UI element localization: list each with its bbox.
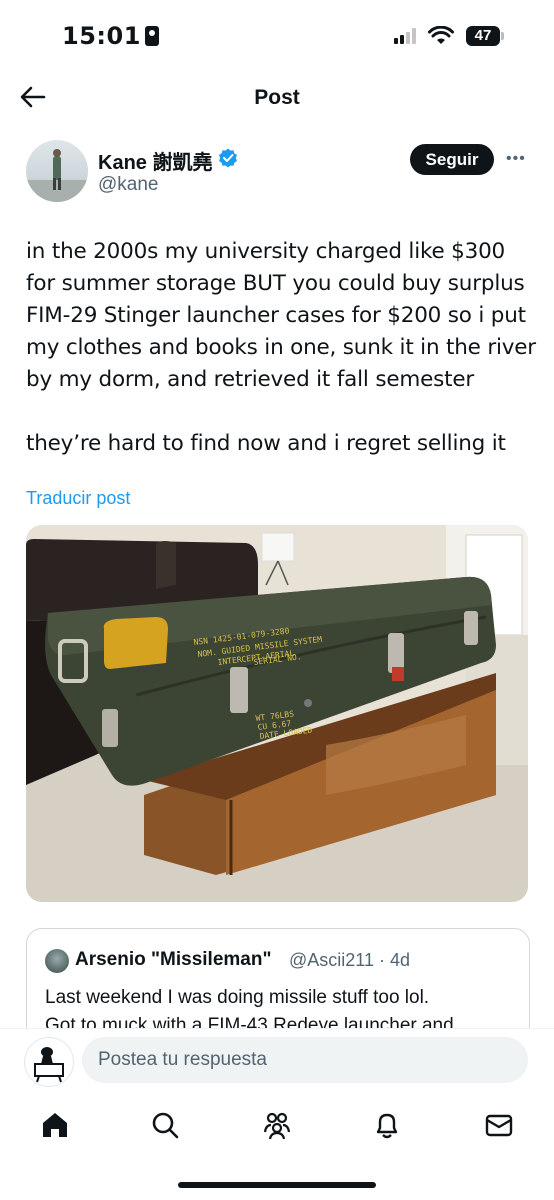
reply-bar: Postea tu respuesta [0, 1028, 554, 1093]
id-card-icon [144, 26, 159, 46]
quote-handle-time: @Ascii211 · 4d [289, 950, 410, 970]
signal-icon [394, 28, 418, 44]
verified-badge-icon [219, 148, 237, 168]
messages-icon[interactable] [484, 1110, 514, 1140]
notifications-icon[interactable] [372, 1110, 402, 1140]
communities-icon[interactable] [262, 1110, 292, 1140]
post-text: in the 2000s my university charged like … [26, 239, 536, 456]
home-icon[interactable] [40, 1110, 70, 1140]
wifi-icon [428, 26, 454, 44]
more-options-icon[interactable]: ••• [506, 150, 526, 168]
status-time: 15:01 [62, 22, 159, 50]
battery-indicator: 47 [466, 26, 504, 46]
post-image[interactable]: NSN 1425-01-079-3280 NOM. GUIDED MISSILE… [26, 525, 528, 902]
home-indicator [178, 1182, 376, 1188]
page-title: Post [254, 86, 300, 109]
author-name[interactable]: Kane 謝凱堯 [98, 146, 212, 175]
quote-avatar[interactable] [45, 949, 69, 973]
reply-input[interactable]: Postea tu respuesta [82, 1037, 528, 1083]
follow-button[interactable]: Seguir [410, 144, 494, 175]
translate-post-link[interactable]: Traducir post [26, 488, 130, 509]
author-avatar[interactable] [26, 140, 88, 202]
author-handle[interactable]: @kane [98, 174, 159, 196]
search-icon[interactable] [150, 1110, 180, 1140]
quote-author-name[interactable]: Arsenio "Missileman" [75, 949, 271, 971]
user-avatar[interactable] [24, 1037, 74, 1087]
